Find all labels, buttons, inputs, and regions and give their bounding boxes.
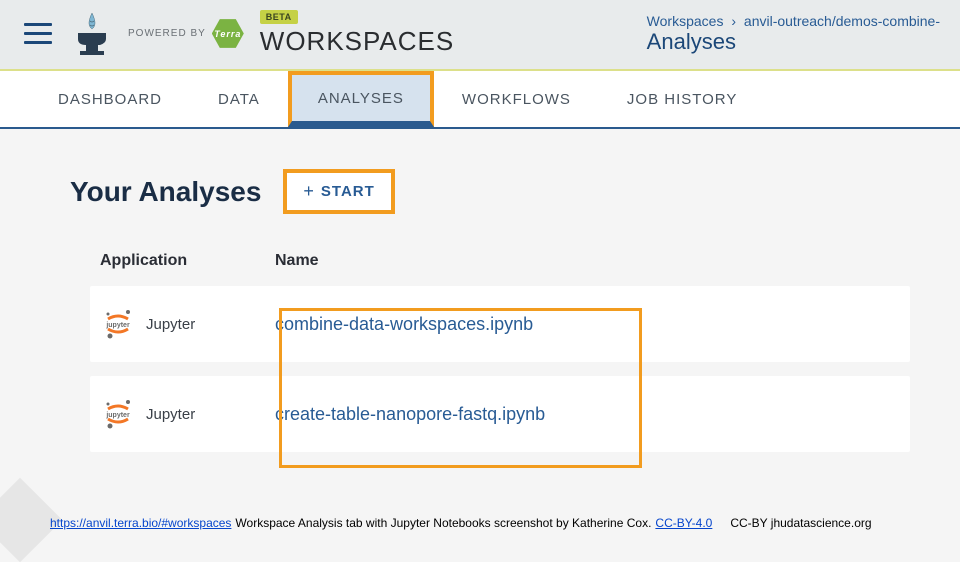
powered-by-terra: POWERED BY Terra [128, 18, 244, 50]
notebook-name[interactable]: create-table-nanopore-fastq.ipynb [275, 404, 545, 425]
footer-license[interactable]: CC-BY-4.0 [655, 516, 712, 530]
start-button[interactable]: + START [283, 169, 394, 214]
anvil-logo[interactable] [72, 11, 112, 57]
breadcrumb: Workspaces › anvil-outreach/demos-combin… [647, 13, 940, 55]
jupyter-icon: jupyter [100, 396, 136, 432]
tab-dashboard[interactable]: DASHBOARD [30, 71, 190, 127]
table-header: Application Name [90, 244, 910, 286]
jupyter-icon: jupyter [100, 306, 136, 342]
hamburger-menu-icon[interactable] [20, 19, 56, 48]
svg-text:jupyter: jupyter [105, 322, 130, 329]
tab-analyses[interactable]: ANALYSES [288, 71, 434, 127]
start-label: START [321, 183, 375, 200]
workspaces-title: WORKSPACES [260, 26, 454, 57]
topbar: POWERED BY Terra BETA WORKSPACES Workspa… [0, 0, 960, 71]
breadcrumb-current: Analyses [647, 29, 940, 55]
notebook-name[interactable]: combine-data-workspaces.ipynb [275, 314, 533, 335]
title-block: BETA WORKSPACES [260, 10, 454, 57]
footer: https://anvil.terra.bio/#workspaces Work… [50, 516, 940, 530]
analyses-table: Application Name jupyter Jupyter c [90, 244, 910, 452]
tab-job-history[interactable]: JOB HISTORY [599, 71, 765, 127]
powered-label: POWERED BY [128, 28, 206, 39]
table-row[interactable]: jupyter Jupyter combine-data-workspaces.… [90, 286, 910, 362]
tabs: DASHBOARD DATA ANALYSES WORKFLOWS JOB HI… [0, 71, 960, 129]
column-application: Application [100, 252, 275, 270]
terra-logo-icon: Terra [212, 18, 244, 50]
app-label: Jupyter [146, 316, 195, 333]
content: Your Analyses + START Application Name [0, 129, 960, 486]
page-heading: Your Analyses [70, 176, 261, 208]
table-row[interactable]: jupyter Jupyter create-table-nanopore-fa… [90, 376, 910, 452]
footer-attribution: CC-BY jhudatascience.org [730, 516, 871, 530]
breadcrumb-separator: › [731, 13, 736, 29]
app-label: Jupyter [146, 406, 195, 423]
beta-badge: BETA [260, 10, 298, 24]
svg-text:jupyter: jupyter [105, 412, 130, 419]
breadcrumb-root[interactable]: Workspaces [647, 13, 724, 29]
breadcrumb-path[interactable]: anvil-outreach/demos-combine- [744, 13, 940, 29]
footer-caption: Workspace Analysis tab with Jupyter Note… [235, 516, 651, 530]
plus-icon: + [303, 181, 315, 202]
tab-workflows[interactable]: WORKFLOWS [434, 71, 599, 127]
footer-url[interactable]: https://anvil.terra.bio/#workspaces [50, 516, 231, 530]
tab-data[interactable]: DATA [190, 71, 288, 127]
column-name: Name [275, 252, 319, 270]
